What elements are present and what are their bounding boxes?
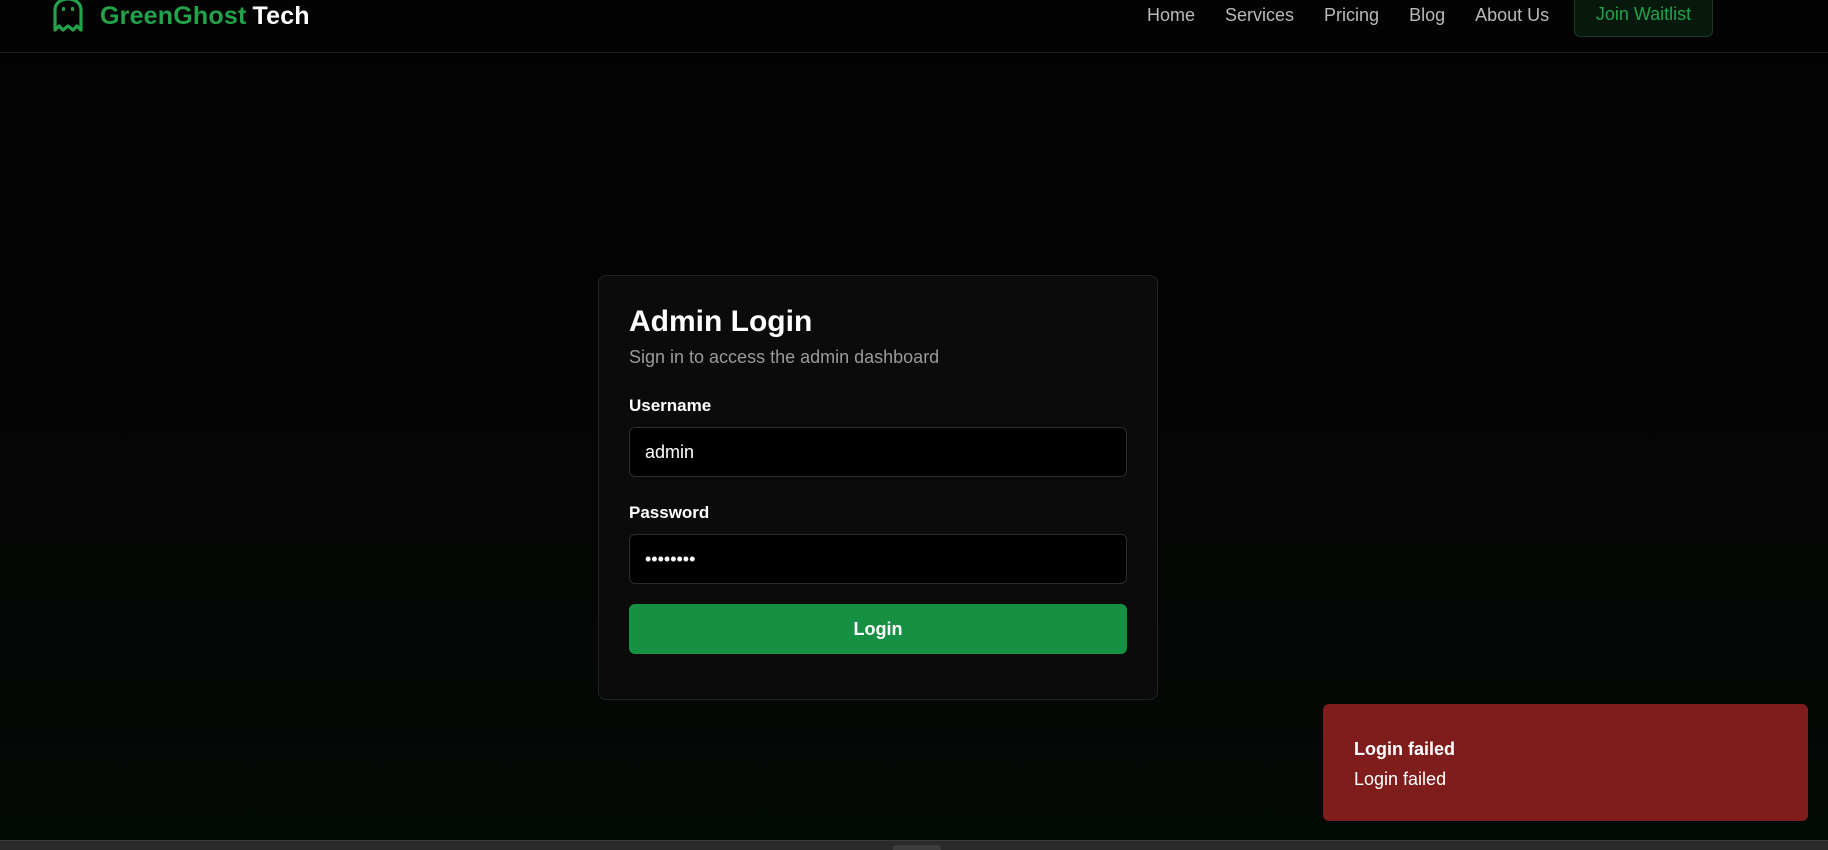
- page-title: Admin Login: [629, 305, 813, 338]
- username-input[interactable]: [629, 427, 1127, 477]
- username-label: Username: [629, 396, 712, 415]
- brand-logo[interactable]: GreenGhost Tech: [48, 0, 310, 36]
- toast-description: Login failed: [1354, 769, 1447, 789]
- login-button[interactable]: Login: [629, 604, 1127, 654]
- brand-name: GreenGhost Tech: [100, 2, 310, 31]
- resize-handle[interactable]: [893, 845, 941, 850]
- nav-link-pricing[interactable]: Pricing: [1324, 5, 1379, 26]
- page-subtitle: Sign in to access the admin dashboard: [629, 347, 940, 367]
- brand-name-primary: GreenGhost: [100, 1, 247, 30]
- nav-link-services[interactable]: Services: [1225, 5, 1294, 26]
- main-nav: Home Services Pricing Blog About Us: [1147, 0, 1579, 30]
- password-input[interactable]: [629, 534, 1127, 584]
- password-label: Password: [629, 503, 710, 522]
- nav-link-about-us[interactable]: About Us: [1475, 5, 1549, 26]
- brand-name-secondary: Tech: [252, 1, 310, 30]
- nav-link-home[interactable]: Home: [1147, 5, 1195, 26]
- toast-title: Login failed: [1354, 739, 1455, 759]
- nav-link-blog[interactable]: Blog: [1409, 5, 1445, 26]
- top-navbar: GreenGhost Tech Home Services Pricing Blo…: [0, 0, 1828, 53]
- join-waitlist-button[interactable]: Join Waitlist: [1574, 0, 1713, 37]
- ghost-icon: [53, 0, 83, 32]
- error-toast[interactable]: Login failed Login failed: [1323, 704, 1808, 821]
- admin-login-card: Admin Login Sign in to access the admin …: [598, 275, 1158, 700]
